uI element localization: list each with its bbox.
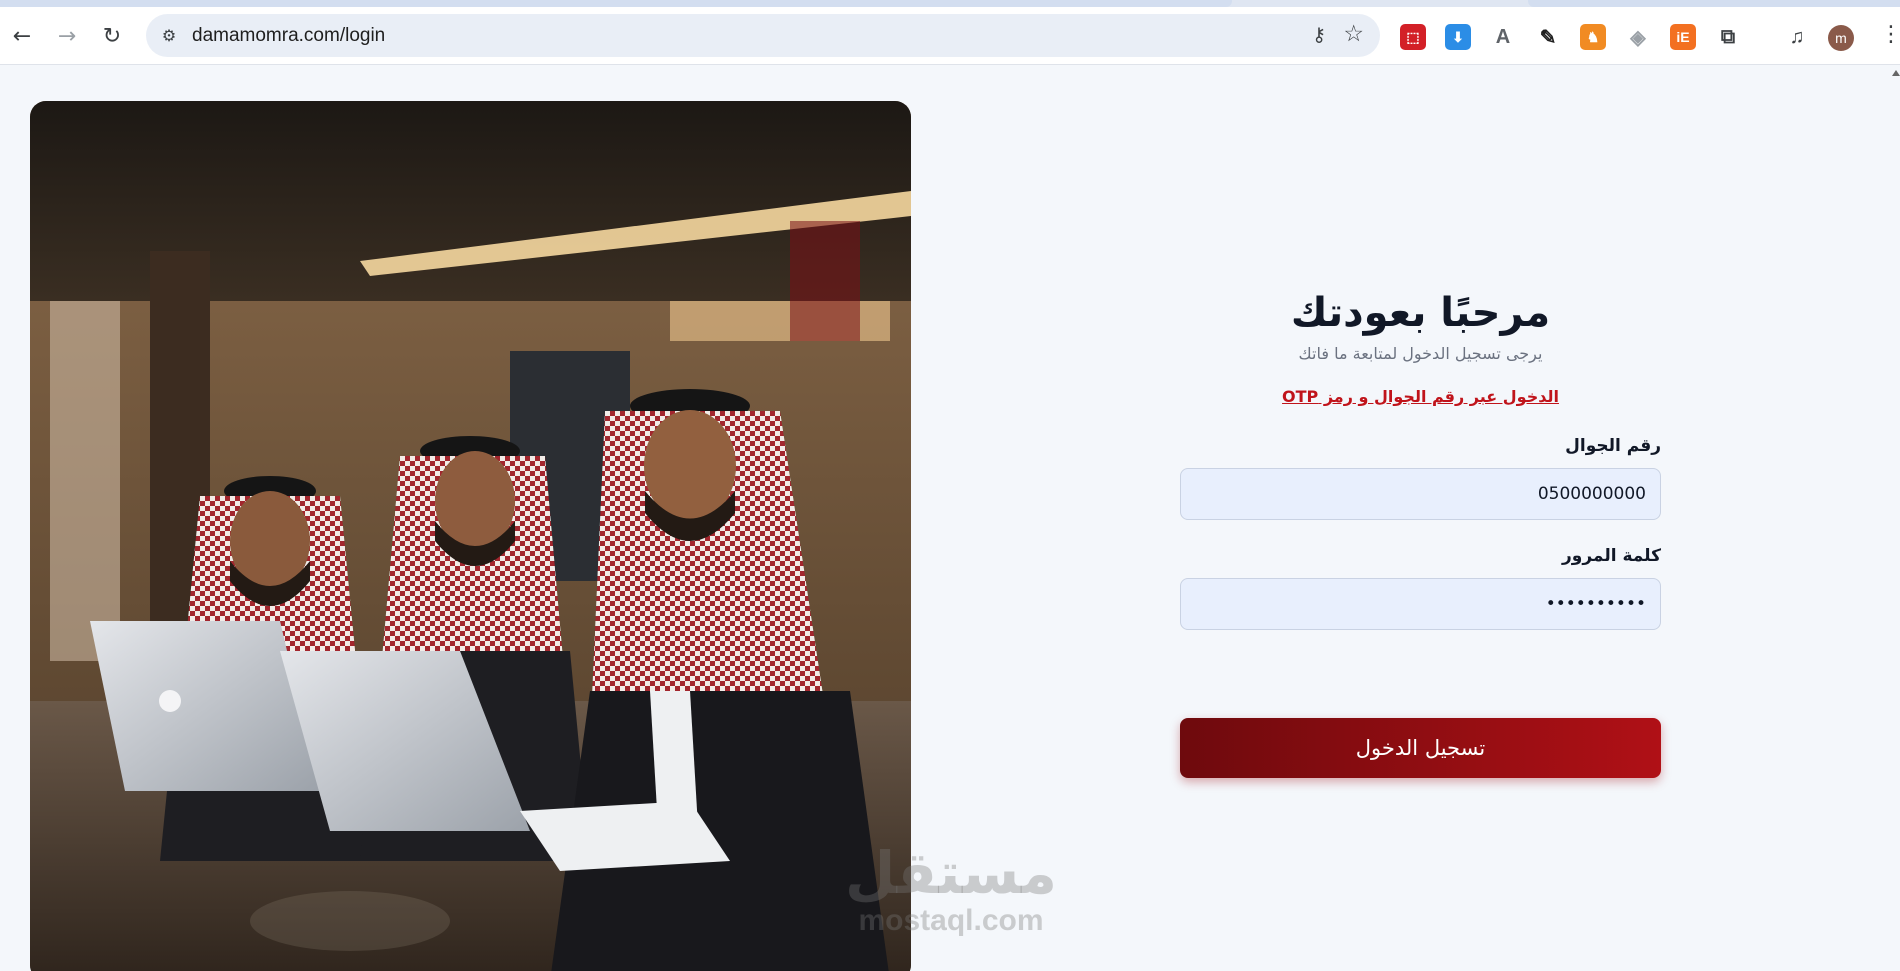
password-key-icon[interactable]: ⚷ <box>1312 24 1326 46</box>
phone-label: رقم الجوال <box>1565 436 1661 456</box>
document-extension-icon[interactable]: A <box>1490 24 1516 50</box>
back-icon[interactable]: ← <box>8 22 36 50</box>
browser-menu-icon[interactable]: ⋮ <box>1880 22 1900 47</box>
password-input[interactable]: •••••••••• <box>1180 578 1661 630</box>
address-bar[interactable]: ⚙ damamomra.com/login ⚷ ☆ <box>146 14 1380 57</box>
active-tab-indicator <box>0 0 1232 7</box>
watermark-latin: mostaql.com <box>858 904 1044 937</box>
page-scrollbar[interactable] <box>1890 66 1900 971</box>
color-picker-extension-icon[interactable]: ✎ <box>1535 24 1561 50</box>
site-info-icon[interactable]: ⚙ <box>158 24 180 46</box>
profile-avatar[interactable]: m <box>1828 25 1854 51</box>
reload-icon[interactable]: ↻ <box>98 22 126 50</box>
watermark-arabic: مستقل <box>844 839 1058 907</box>
login-panel: مرحبًا بعودتك يرجى تسجيل الدخول لمتابعة … <box>1180 280 1661 778</box>
page-title: مرحبًا بعودتك <box>1290 290 1551 336</box>
bookmark-star-icon[interactable]: ☆ <box>1343 21 1364 47</box>
browser-toolbar: ← → ↻ ⚙ damamomra.com/login ⚷ ☆ ⬚ ⬇ A ✎ ♞ ◈ iE… <box>0 7 1900 65</box>
media-controls-icon[interactable]: ♫ <box>1784 24 1810 50</box>
forward-icon[interactable]: → <box>53 22 81 50</box>
page-subtitle: يرجى تسجيل الدخول لمتابعة ما فاتك <box>1298 344 1543 363</box>
password-label: كلمة المرور <box>1562 546 1661 566</box>
hero-image <box>30 101 911 971</box>
phone-input[interactable]: 0500000000 <box>1180 468 1661 520</box>
puzzle-character-extension-icon[interactable]: ♞ <box>1580 24 1606 50</box>
tab-indicator <box>1528 0 1900 7</box>
login-button[interactable]: تسجيل الدخول <box>1180 718 1661 778</box>
tab-strip <box>0 0 1900 7</box>
watermark: مستقل mostaql.com <box>836 842 1066 938</box>
ie-extension-icon[interactable]: iE <box>1670 24 1696 50</box>
scroll-up-arrow-icon[interactable] <box>1892 70 1900 76</box>
shield-extension-icon[interactable]: ◈ <box>1625 24 1651 50</box>
download-extension-icon[interactable]: ⬇ <box>1445 24 1471 50</box>
url-text[interactable]: damamomra.com/login <box>192 25 385 47</box>
office-scene-illustration <box>30 101 911 971</box>
pdf-extension-icon[interactable]: ⬚ <box>1400 24 1426 50</box>
extensions-puzzle-icon[interactable]: ⧉ <box>1715 24 1741 50</box>
otp-login-link[interactable]: الدخول عبر رقم الجوال و رمز OTP <box>1180 387 1661 406</box>
